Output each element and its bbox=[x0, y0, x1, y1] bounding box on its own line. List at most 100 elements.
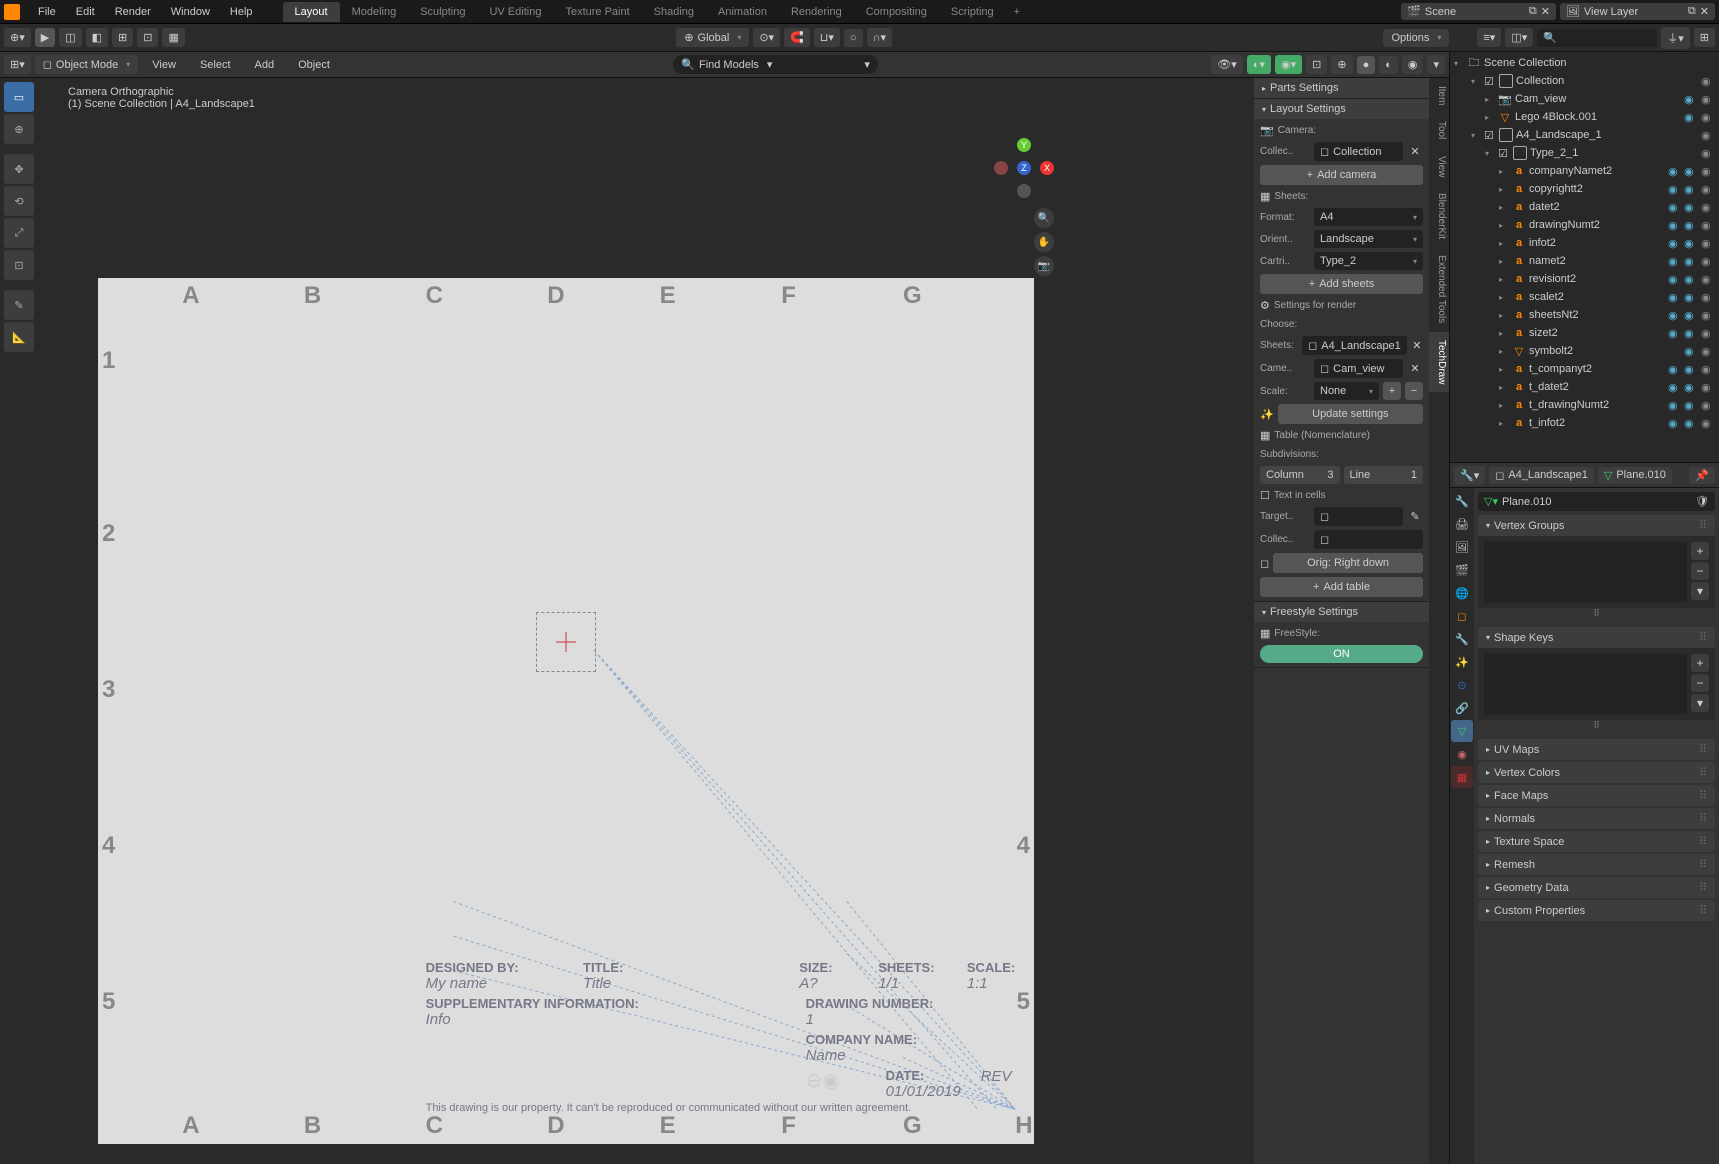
data-icon[interactable]: ◉ bbox=[1668, 183, 1682, 196]
data-icon[interactable]: ◉ bbox=[1668, 291, 1682, 304]
tab-constraints[interactable]: 🔗 bbox=[1451, 697, 1473, 719]
tool-select-box[interactable]: ▭ bbox=[4, 82, 34, 112]
tree-row[interactable]: ▸anamet2◉◉◉ bbox=[1450, 252, 1719, 270]
prop-panel-header[interactable]: UV Maps⠿ bbox=[1478, 739, 1715, 760]
tree-row[interactable]: ▸▽Lego 4Block.001◉◉ bbox=[1450, 108, 1719, 126]
tree-toggle-icon[interactable]: ▾ bbox=[1471, 77, 1481, 86]
collec2-field[interactable]: ◻ bbox=[1314, 530, 1423, 549]
prop-panel-header[interactable]: Remesh⠿ bbox=[1478, 854, 1715, 875]
line-field[interactable]: Line1 bbox=[1344, 466, 1424, 484]
add-table-button[interactable]: Add table bbox=[1260, 577, 1423, 597]
data-icon[interactable]: ◉ bbox=[1668, 165, 1682, 178]
tab-world[interactable]: 🌐 bbox=[1451, 582, 1473, 604]
prop-panel-header[interactable]: Vertex Groups⠿ bbox=[1478, 515, 1715, 536]
data-icon2[interactable]: ◉ bbox=[1684, 273, 1698, 286]
tree-row[interactable]: ▸asheetsNt2◉◉◉ bbox=[1450, 306, 1719, 324]
tab-texture[interactable]: ▦ bbox=[1451, 766, 1473, 788]
tree-toggle-icon[interactable]: ▾ bbox=[1454, 59, 1464, 68]
drag-handle-icon[interactable]: ⠿ bbox=[1699, 789, 1707, 802]
fake-user-icon[interactable]: 🛡 bbox=[1695, 495, 1709, 508]
tree-toggle-icon[interactable]: ▸ bbox=[1499, 311, 1509, 320]
data-icon2[interactable]: ◉ bbox=[1684, 201, 1698, 214]
orientation-dropdown[interactable]: ⊕ Global bbox=[676, 28, 749, 47]
data-icon2[interactable]: ◉ bbox=[1684, 417, 1698, 430]
column-field[interactable]: Column3 bbox=[1260, 466, 1340, 484]
tree-toggle-icon[interactable]: ▸ bbox=[1499, 185, 1509, 194]
gizmo-dropdown[interactable]: ◐▾ bbox=[1247, 55, 1271, 74]
proportional-toggle[interactable]: ○ bbox=[844, 29, 863, 47]
new-layer-icon[interactable]: ⧉ bbox=[1688, 5, 1696, 18]
scale-minus[interactable]: − bbox=[1405, 382, 1423, 400]
3d-viewport[interactable]: ▭ ⊕ ✥ ⟲ ⤢ ⊡ ✎ 📐 Camera Orthographic (1) … bbox=[0, 78, 1449, 1164]
tree-root[interactable]: ▾ 🗀 Scene Collection bbox=[1450, 54, 1719, 72]
tree-row[interactable]: ▸arevisiont2◉◉◉ bbox=[1450, 270, 1719, 288]
data-icon2[interactable]: ◉ bbox=[1684, 237, 1698, 250]
data-icon[interactable]: ◉ bbox=[1668, 363, 1682, 376]
update-settings-button[interactable]: Update settings bbox=[1278, 404, 1423, 424]
collec-field[interactable]: ◻Collection bbox=[1314, 142, 1403, 161]
add-menu[interactable]: Add bbox=[245, 57, 285, 73]
tool-annotate[interactable]: ✎ bbox=[4, 290, 34, 320]
drag-handle-icon[interactable]: ⠿ bbox=[1699, 858, 1707, 871]
tree-row[interactable]: ▸acopyrightt2◉◉◉ bbox=[1450, 180, 1719, 198]
ws-add-button[interactable]: + bbox=[1006, 2, 1028, 22]
data-icon[interactable]: ◉ bbox=[1668, 237, 1682, 250]
data-icon2[interactable]: ◉ bbox=[1684, 219, 1698, 232]
data-icon2[interactable]: ◉ bbox=[1684, 309, 1698, 322]
menu-edit[interactable]: Edit bbox=[66, 4, 105, 20]
layout-settings-header[interactable]: Layout Settings bbox=[1254, 99, 1429, 119]
drag-handle-icon[interactable]: ⠿ bbox=[1699, 519, 1707, 532]
find-models-search[interactable]: 🔍 Find Models ▾ ▾ bbox=[673, 55, 878, 74]
datablock-name[interactable]: Plane.010 bbox=[1502, 496, 1691, 508]
tool-measure[interactable]: 📐 bbox=[4, 322, 34, 352]
tab-view-layer[interactable]: 🖼 bbox=[1451, 536, 1473, 558]
tree-toggle-icon[interactable]: ▸ bbox=[1499, 275, 1509, 284]
drag-dots-icon[interactable]: ⠿ bbox=[1484, 608, 1709, 619]
specials-button[interactable]: ▾ bbox=[1691, 694, 1709, 712]
remove-item-button[interactable]: − bbox=[1691, 562, 1709, 580]
n-tab-extended[interactable]: Extended Tools bbox=[1429, 247, 1449, 331]
snap-dropdown[interactable]: ⊔▾ bbox=[814, 28, 840, 47]
n-tab-blenderkit[interactable]: BlenderKit bbox=[1429, 185, 1449, 247]
data-icon2[interactable]: ◉ bbox=[1684, 183, 1698, 196]
view-menu[interactable]: View bbox=[142, 57, 186, 73]
visibility-icon[interactable]: ◉ bbox=[1701, 129, 1715, 142]
tree-row[interactable]: ▸acompanyNamet2◉◉◉ bbox=[1450, 162, 1719, 180]
select-mode-box[interactable]: ▶ bbox=[35, 28, 55, 47]
prop-panel-header[interactable]: Face Maps⠿ bbox=[1478, 785, 1715, 806]
pan-button[interactable]: ✋ bbox=[1034, 232, 1054, 252]
tree-toggle-icon[interactable]: ▸ bbox=[1485, 95, 1495, 104]
n-tab-item[interactable]: Item bbox=[1429, 78, 1449, 113]
axis-x-icon[interactable]: X bbox=[1040, 161, 1054, 175]
find-models-input[interactable] bbox=[776, 59, 856, 71]
visibility-icon[interactable]: ◉ bbox=[1701, 147, 1715, 160]
visibility-icon[interactable]: ◉ bbox=[1701, 345, 1715, 358]
data-icon2[interactable]: ◉ bbox=[1684, 399, 1698, 412]
visibility-icon[interactable]: ◉ bbox=[1701, 417, 1715, 430]
visibility-icon[interactable]: ◉ bbox=[1701, 75, 1715, 88]
scale-dropdown[interactable]: None bbox=[1314, 382, 1379, 400]
tree-toggle-icon[interactable]: ▾ bbox=[1471, 131, 1481, 140]
tab-object[interactable]: ◻ bbox=[1451, 605, 1473, 627]
scene-name-input[interactable] bbox=[1425, 6, 1525, 18]
cartri-dropdown[interactable]: Type_2 bbox=[1314, 252, 1423, 270]
ws-tab-scripting[interactable]: Scripting bbox=[939, 2, 1006, 22]
tab-object-data[interactable]: ▽ bbox=[1451, 720, 1473, 742]
editor-type-dropdown[interactable]: ⊞▾ bbox=[4, 55, 31, 74]
object-menu[interactable]: Object bbox=[288, 57, 340, 73]
view-layer-input[interactable] bbox=[1584, 6, 1684, 18]
tree-row[interactable]: ▾☑A4_Landscape_1◉ bbox=[1450, 126, 1719, 144]
tree-toggle-icon[interactable]: ▸ bbox=[1499, 257, 1509, 266]
data-icon2[interactable]: ◉ bbox=[1684, 381, 1698, 394]
tree-toggle-icon[interactable]: ▸ bbox=[1499, 419, 1509, 428]
ws-tab-shading[interactable]: Shading bbox=[642, 2, 706, 22]
tree-toggle-icon[interactable]: ▸ bbox=[1499, 383, 1509, 392]
tree-toggle-icon[interactable]: ▸ bbox=[1499, 293, 1509, 302]
prop-panel-header[interactable]: Vertex Colors⠿ bbox=[1478, 762, 1715, 783]
visibility-icon[interactable]: ◉ bbox=[1701, 291, 1715, 304]
data-icon2[interactable]: ◉ bbox=[1684, 165, 1698, 178]
prop-panel-header[interactable]: Normals⠿ bbox=[1478, 808, 1715, 829]
select-mode-5[interactable]: ▦ bbox=[162, 28, 184, 47]
visibility-icon[interactable]: ◉ bbox=[1701, 237, 1715, 250]
tree-toggle-icon[interactable]: ▸ bbox=[1499, 203, 1509, 212]
